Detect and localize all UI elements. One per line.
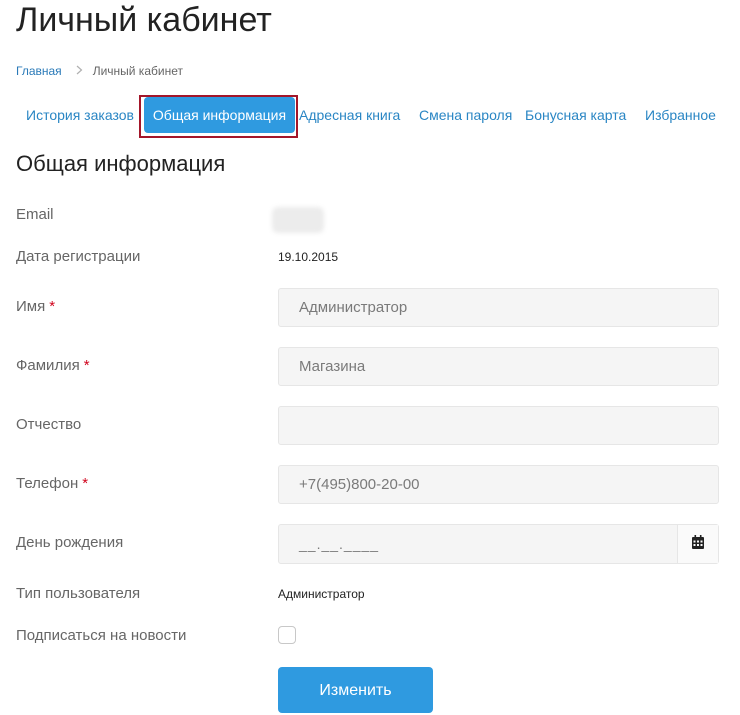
last-name-label: Фамилия * [16,357,90,374]
breadcrumb-current: Личный кабинет [92,64,183,78]
birthday-field: __.__.____ [278,524,719,564]
tab-favorites[interactable]: Избранное [645,103,716,127]
registration-date-value: 19.10.2015 [278,250,339,264]
first-name-field[interactable]: Администратор [278,288,719,327]
first-name-label: Имя * [16,298,56,315]
birthday-label: День рождения [16,534,124,551]
account-tabs: История заказов Общая информация Адресна… [0,95,740,138]
chevron-right-icon [76,62,83,80]
tab-bonus-card[interactable]: Бонусная карта [525,103,626,127]
email-value-redacted [272,207,324,233]
phone-label: Телефон * [16,475,89,492]
birthday-input[interactable]: __.__.____ [279,525,679,563]
submit-button[interactable]: Изменить [278,667,433,713]
breadcrumb-home-link[interactable]: Главная [16,62,62,80]
required-mark: * [82,475,89,492]
calendar-icon [692,534,704,554]
calendar-button[interactable] [677,525,718,563]
middle-name-field[interactable] [278,406,719,445]
tab-address-book[interactable]: Адресная книга [299,103,400,127]
required-mark: * [83,357,90,374]
user-type-label: Тип пользователя [16,585,141,602]
section-title: Общая информация [16,151,226,176]
registration-date-label: Дата регистрации [16,248,141,265]
tab-order-history[interactable]: История заказов [26,103,134,127]
last-name-field[interactable]: Магазина [278,347,719,386]
tab-general-info[interactable]: Общая информация [144,97,295,133]
email-label: Email [16,206,54,223]
newsletter-checkbox[interactable] [278,626,296,644]
page-title: Личный кабинет [16,1,272,39]
newsletter-label: Подписаться на новости [16,627,187,644]
tab-change-password[interactable]: Смена пароля [419,103,512,127]
required-mark: * [49,298,56,315]
user-type-value: Администратор [278,587,365,601]
breadcrumb: Главная Личный кабинет [16,62,183,80]
middle-name-label: Отчество [16,416,82,433]
phone-field[interactable]: +7(495)800-20-00 [278,465,719,504]
